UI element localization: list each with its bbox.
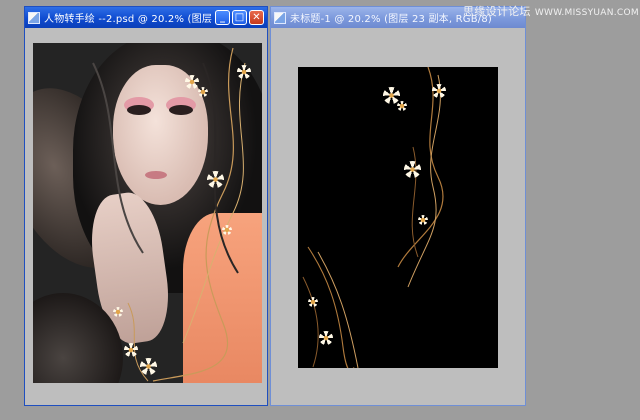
flower-ornament bbox=[319, 331, 333, 345]
flower-ornament bbox=[198, 87, 208, 97]
document-window-right[interactable]: 未标题-1 @ 20.2% (图层 23 副本, RGB/8) bbox=[270, 6, 526, 406]
flower-ornament bbox=[397, 101, 407, 111]
flower-ornament bbox=[140, 358, 157, 375]
flower-ornament bbox=[113, 307, 123, 317]
black-layer-canvas[interactable] bbox=[298, 67, 498, 368]
window-titlebar-left[interactable]: 人物转手绘 --2.psd @ 20.2% (图层 2... _ □ ✕ bbox=[25, 7, 267, 28]
portrait-image-canvas[interactable] bbox=[33, 43, 262, 383]
window-title-left: 人物转手绘 --2.psd @ 20.2% (图层 2... bbox=[44, 14, 213, 25]
minimize-button[interactable]: _ bbox=[215, 10, 230, 25]
flower-ornament bbox=[207, 171, 224, 188]
flower-ornament bbox=[308, 297, 318, 307]
watermark-cn: 思缘设计论坛 bbox=[463, 5, 531, 18]
canvas-area-right[interactable] bbox=[274, 29, 522, 402]
document-window-left[interactable]: 人物转手绘 --2.psd @ 20.2% (图层 2... _ □ ✕ bbox=[24, 6, 268, 406]
photoshop-document-icon bbox=[28, 11, 40, 24]
flower-ornament bbox=[185, 75, 199, 89]
flower-ornament bbox=[222, 225, 232, 235]
flower-ornament bbox=[432, 84, 446, 98]
site-watermark: 思缘设计论坛 WWW.MISSYUAN.COM bbox=[463, 3, 639, 19]
maximize-button[interactable]: □ bbox=[232, 10, 247, 25]
watermark-en: WWW.MISSYUAN.COM bbox=[534, 8, 639, 18]
close-button[interactable]: ✕ bbox=[249, 10, 264, 25]
flower-ornament bbox=[237, 65, 251, 79]
flower-ornament bbox=[404, 161, 421, 178]
canvas-area-left[interactable] bbox=[28, 29, 264, 402]
vine-strands bbox=[92, 47, 246, 382]
flower-ornament bbox=[124, 343, 138, 357]
photoshop-document-icon bbox=[274, 11, 286, 24]
vine-strands-on-black bbox=[302, 67, 444, 368]
flower-ornament bbox=[418, 215, 428, 225]
